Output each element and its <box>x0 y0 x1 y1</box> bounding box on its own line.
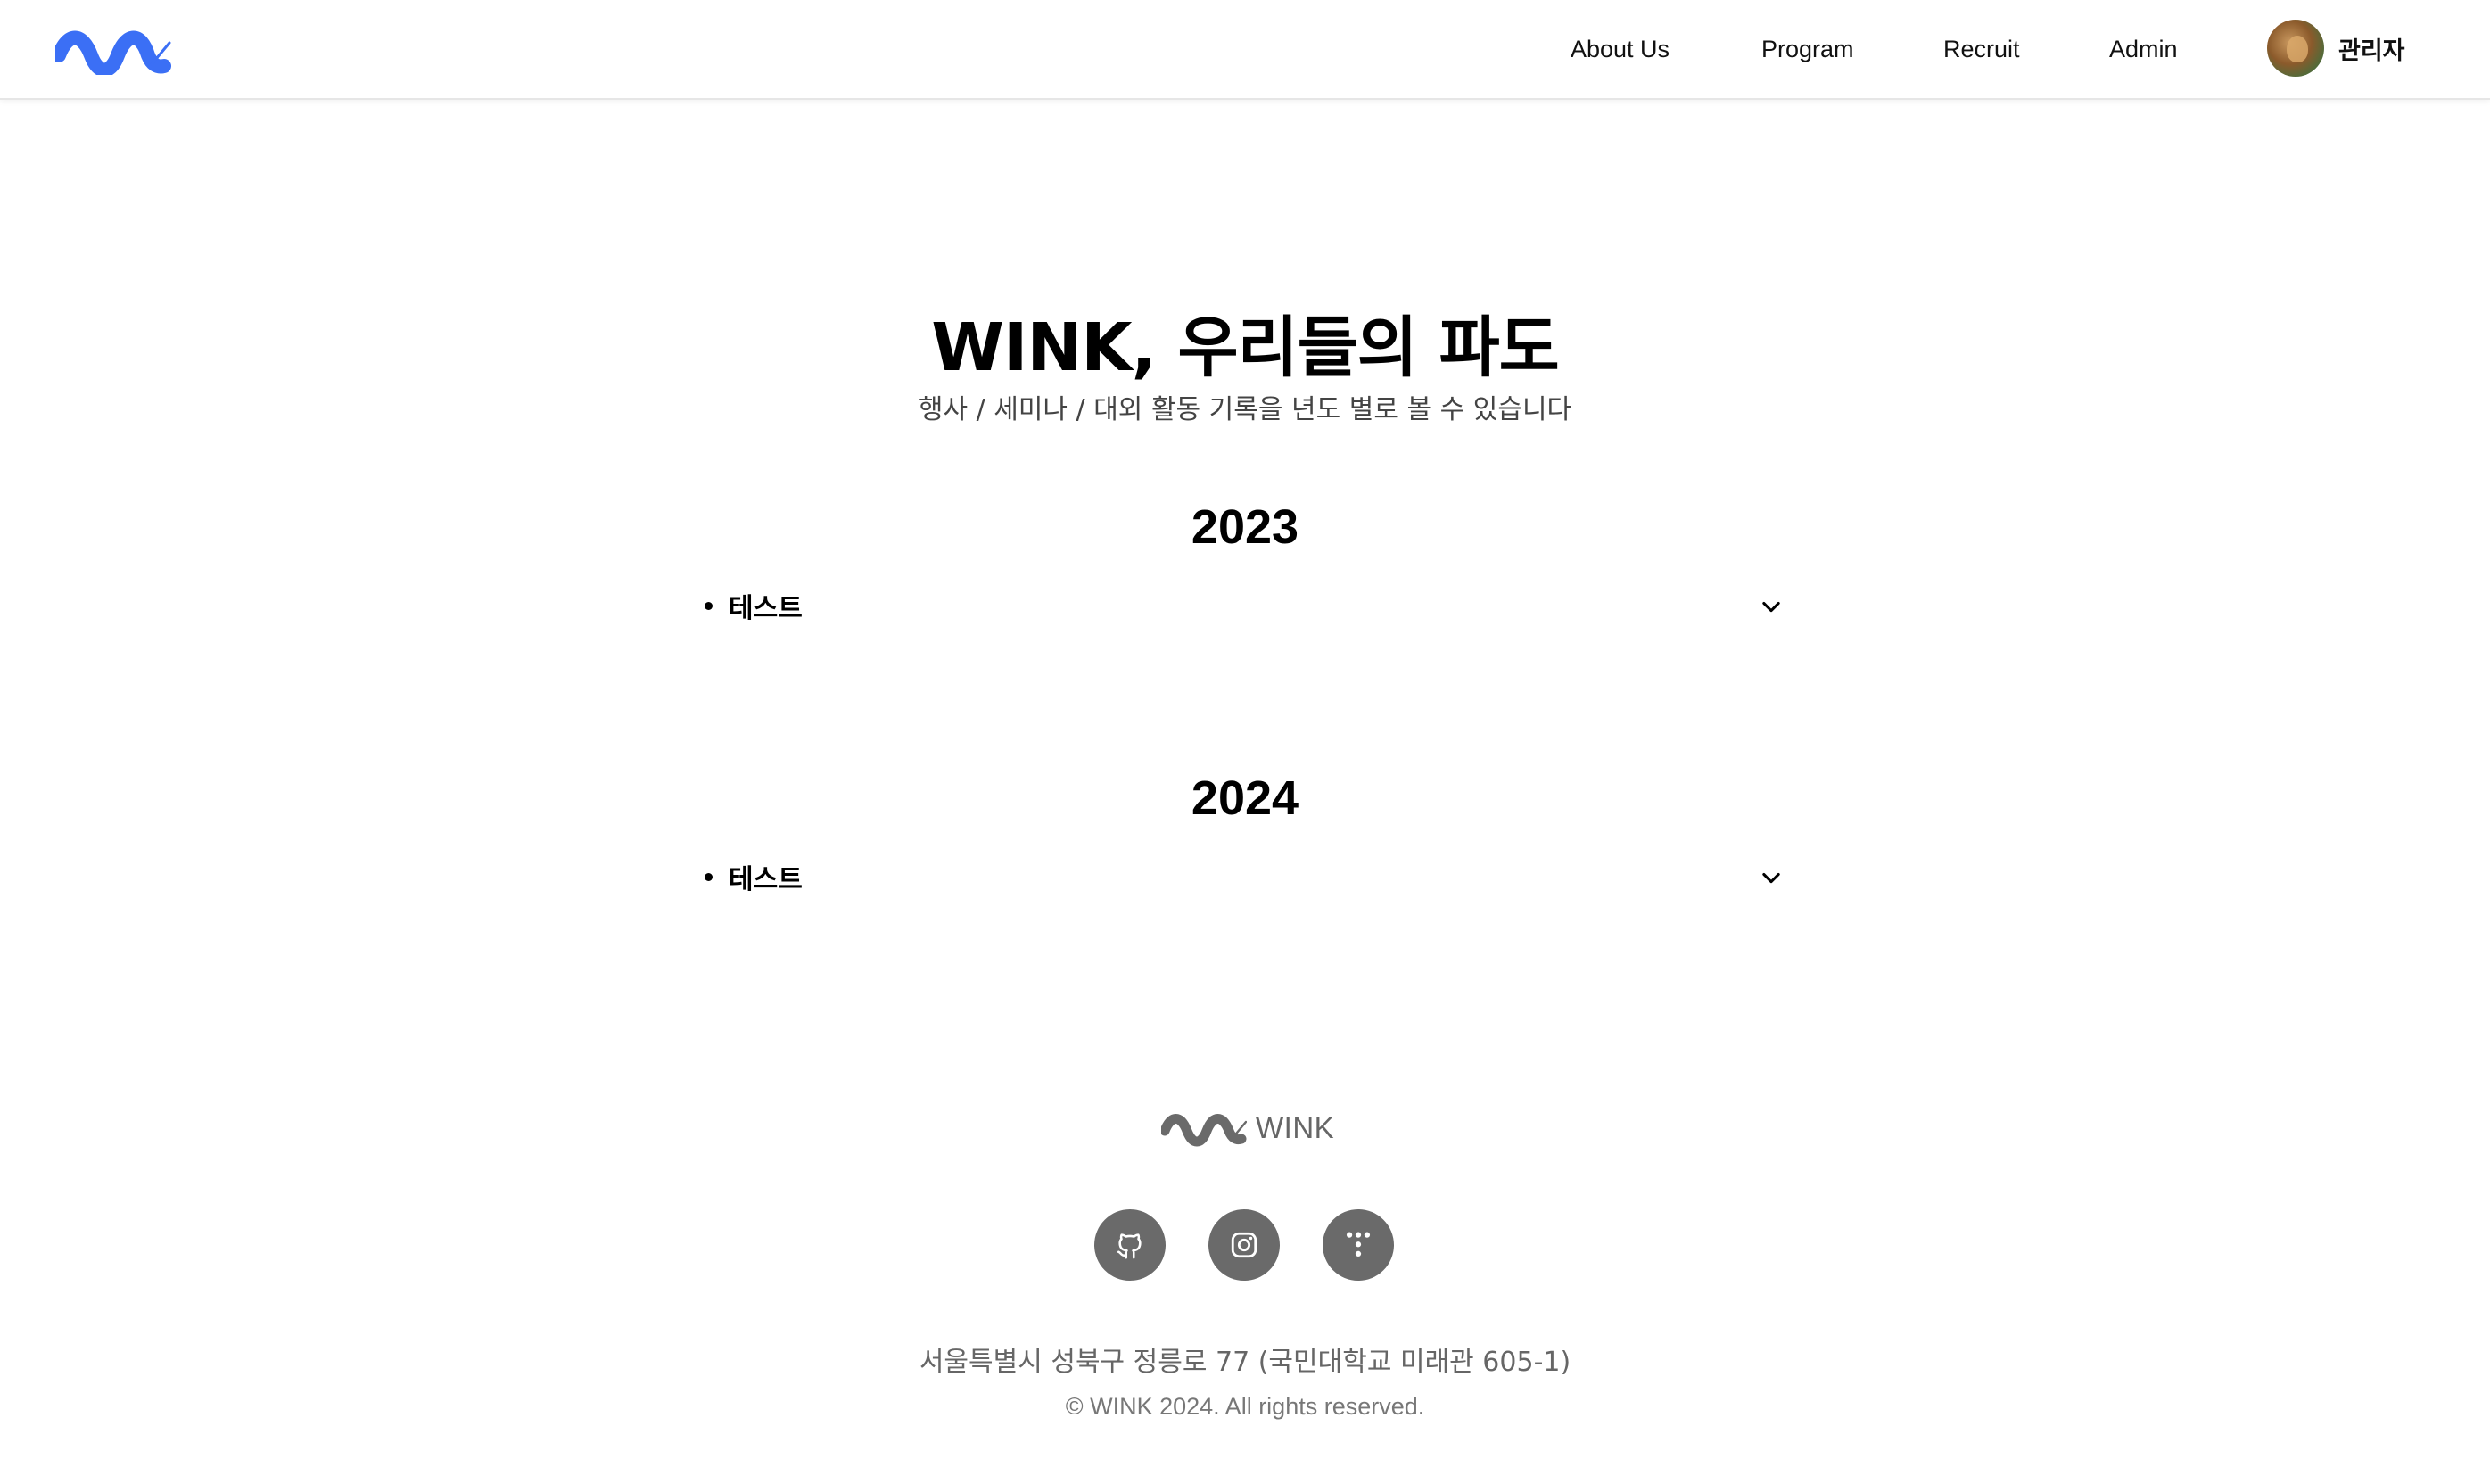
event-item[interactable]: 테스트 <box>705 583 1784 628</box>
bullet <box>705 601 713 610</box>
year-heading-2024: 2024 <box>1191 771 1299 825</box>
nav-about-us[interactable]: About Us <box>1571 36 1670 63</box>
bullet <box>705 872 713 881</box>
footer-logo: WINK <box>1161 1109 1334 1147</box>
page-subtitle: 행사 / 세미나 / 대외 활동 기록을 년도 별로 볼 수 있습니다 <box>918 394 1572 425</box>
page: About Us Program Recruit Admin 관리자 WINK,… <box>0 0 2490 1484</box>
tistory-icon <box>1346 1232 1371 1257</box>
page-title: WINK, 우리들의 파도 <box>931 309 1560 386</box>
avatar <box>2267 20 2324 77</box>
event-label: 테스트 <box>729 864 803 895</box>
github-icon <box>1117 1233 1142 1259</box>
event-label: 테스트 <box>729 593 803 624</box>
year-heading-2023: 2023 <box>1191 500 1299 554</box>
footer-copyright: © WINK 2024. All rights reserved. <box>1065 1393 1425 1420</box>
footer-brand: WINK <box>1256 1111 1335 1144</box>
chevron-down-icon[interactable] <box>1759 865 1784 890</box>
nav-program[interactable]: Program <box>1761 36 1854 63</box>
nav-admin[interactable]: Admin <box>2109 36 2178 63</box>
top-header: About Us Program Recruit Admin 관리자 <box>0 0 2490 100</box>
event-item[interactable]: 테스트 <box>705 854 1784 899</box>
nav-recruit[interactable]: Recruit <box>1943 36 2020 63</box>
user-menu[interactable]: 관리자 <box>2267 20 2405 77</box>
footer-address: 서울특별시 성북구 정릉로 77 (국민대학교 미래관 605-1) <box>919 1347 1571 1378</box>
wink-wave-icon <box>1161 1114 1247 1147</box>
instagram-button[interactable] <box>1208 1209 1280 1281</box>
social-links <box>1094 1209 1394 1281</box>
chevron-down-icon[interactable] <box>1759 594 1784 619</box>
instagram-icon <box>1231 1232 1257 1258</box>
user-name: 관리자 <box>2338 37 2405 65</box>
wink-logo[interactable] <box>55 25 171 75</box>
github-button[interactable] <box>1094 1209 1166 1281</box>
tistory-button[interactable] <box>1323 1209 1394 1281</box>
